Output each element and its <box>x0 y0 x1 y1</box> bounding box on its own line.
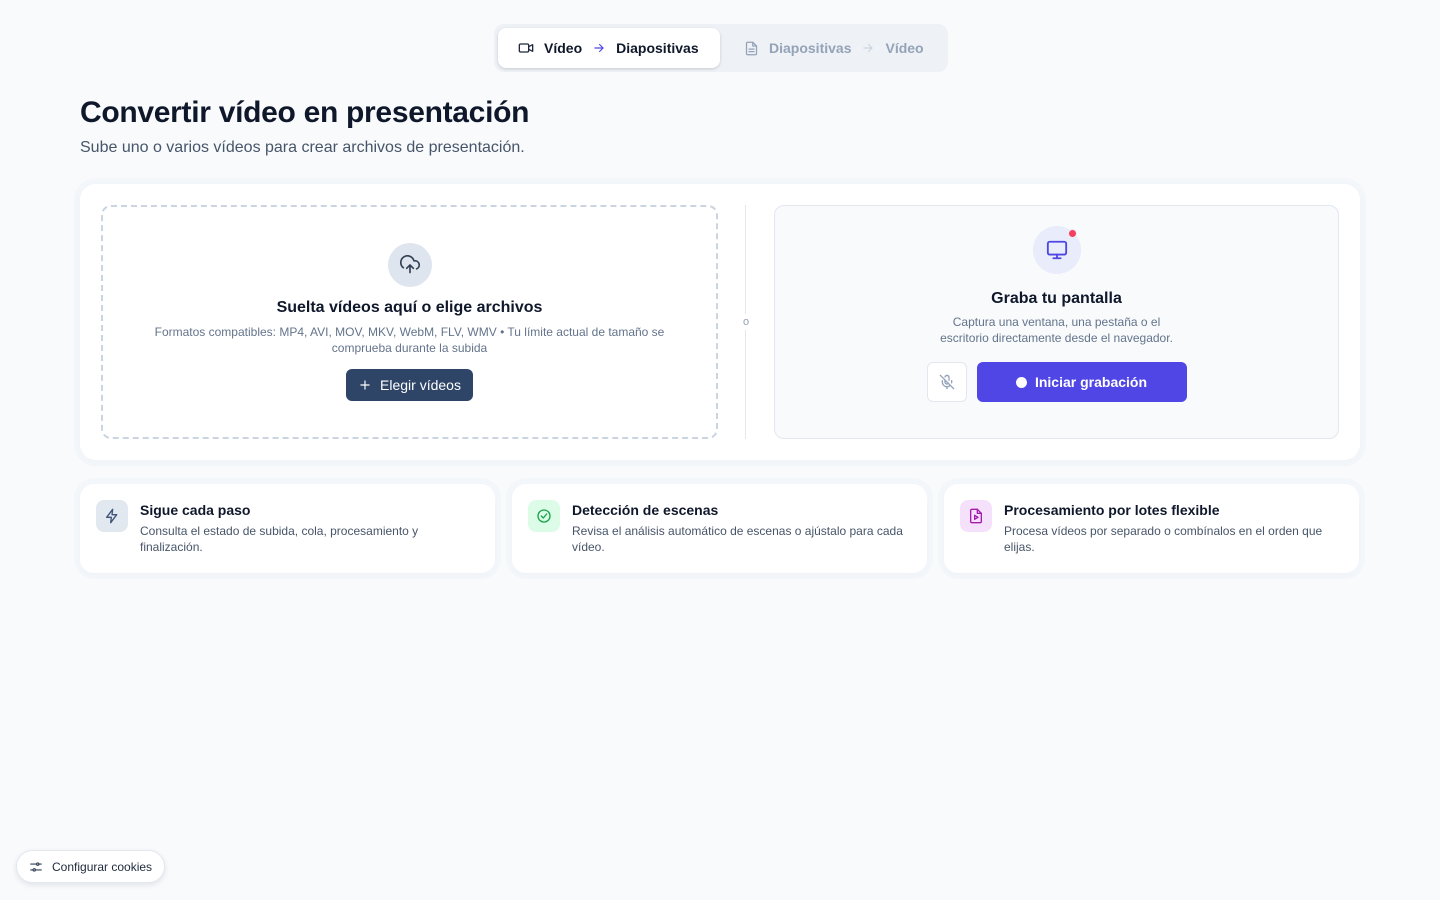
feature-card-progress: Sigue cada paso Consulta el estado de su… <box>80 484 495 573</box>
arrow-right-icon <box>592 41 606 55</box>
start-recording-label: Iniciar grabación <box>1034 374 1148 390</box>
tab-slides-to-video[interactable]: Diapositivas Vídeo <box>720 28 944 68</box>
plus-icon <box>358 378 372 392</box>
feature-card-batch: Procesamiento por lotes flexible Procesa… <box>944 484 1359 573</box>
sliders-icon <box>29 860 43 874</box>
record-dot-icon <box>1015 376 1027 388</box>
feature-description: Procesa vídeos por separado o combínalos… <box>1004 524 1323 554</box>
page-subtitle: Sube uno o varios vídeos para crear arch… <box>80 139 525 156</box>
tab-video-to-slides[interactable]: Vídeo Diapositivas <box>498 28 720 68</box>
arrow-right-icon <box>861 41 875 55</box>
check-circle-icon <box>528 500 560 532</box>
upload-card: Suelta vídeos aquí o elige archivos Form… <box>80 184 1360 460</box>
record-title: Graba tu pantalla <box>991 290 1122 307</box>
dropzone-hint: Formatos compatibles: MP4, AVI, MOV, MKV… <box>154 325 665 355</box>
screen-record-panel: Graba tu pantalla Captura una ventana, u… <box>774 205 1339 439</box>
cloud-upload-icon <box>387 243 432 287</box>
divider-or-label: o <box>738 314 754 330</box>
cookie-settings-button[interactable]: Configurar cookies <box>16 850 166 883</box>
record-controls: Iniciar grabación <box>926 362 1187 402</box>
tab-slides-to-label: Vídeo <box>885 40 924 56</box>
microphone-toggle-button[interactable] <box>926 362 967 402</box>
tab-video-to-label: Diapositivas <box>616 40 699 56</box>
microphone-off-icon <box>939 374 955 390</box>
feature-title: Sigue cada paso <box>140 502 251 518</box>
mode-switch: Vídeo Diapositivas Diapositivas Vídeo <box>494 24 948 72</box>
recording-indicator-dot <box>1067 229 1077 238</box>
feature-title: Detección de escenas <box>572 502 719 518</box>
feature-description: Consulta el estado de subida, cola, proc… <box>140 524 419 554</box>
lightning-icon <box>96 500 128 532</box>
dropzone-title: Suelta vídeos aquí o elige archivos <box>276 299 543 316</box>
cookie-settings-label: Configurar cookies <box>52 859 153 874</box>
file-video-icon <box>960 500 992 532</box>
monitor-icon <box>1032 226 1081 274</box>
document-icon <box>744 41 759 56</box>
start-recording-button[interactable]: Iniciar grabación <box>976 362 1187 402</box>
choose-videos-button[interactable]: Elegir vídeos <box>346 369 473 401</box>
video-dropzone[interactable]: Suelta vídeos aquí o elige archivos Form… <box>101 205 718 439</box>
feature-title: Procesamiento por lotes flexible <box>1004 502 1220 518</box>
video-camera-icon <box>518 40 534 56</box>
feature-card-scenes: Detección de escenas Revisa el análisis … <box>512 484 927 573</box>
tab-video-from-label: Vídeo <box>544 40 583 56</box>
record-description: Captura una ventana, una pestaña o el es… <box>940 315 1173 345</box>
page-title: Convertir vídeo en presentación <box>80 96 530 129</box>
choose-videos-label: Elegir vídeos <box>380 377 461 393</box>
tab-slides-from-label: Diapositivas <box>769 40 852 56</box>
feature-description: Revisa el análisis automático de escenas… <box>572 524 903 554</box>
